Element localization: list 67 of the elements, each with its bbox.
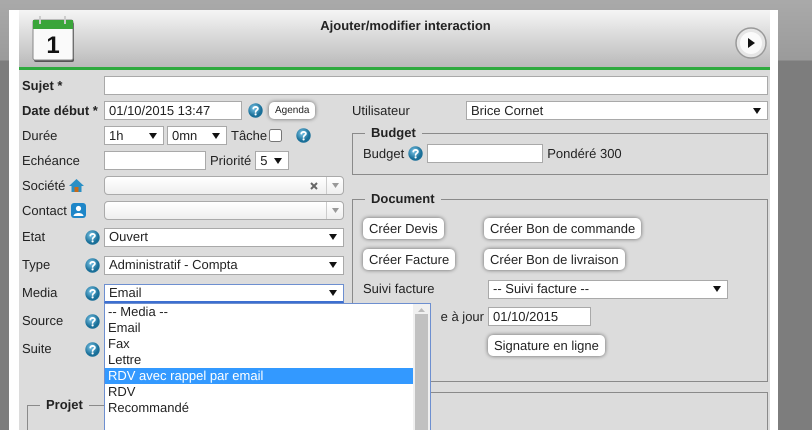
scroll-up-icon <box>418 308 425 312</box>
combo-field[interactable] <box>104 201 344 220</box>
create-button[interactable]: Créer Facture <box>363 248 456 270</box>
invoice-status-select[interactable]: -- Suivi facture -- <box>488 280 728 298</box>
select-field[interactable]: Administratif - Compta <box>104 256 344 274</box>
field-label: Date début * <box>22 102 98 120</box>
caret-icon <box>329 262 337 268</box>
field-label: Suite <box>22 340 52 358</box>
caret-icon <box>149 132 157 138</box>
create-button[interactable]: Créer Bon de livraison <box>484 248 625 270</box>
hours-select[interactable]: 1h <box>104 126 164 145</box>
section-title: Projet <box>45 397 84 413</box>
field-label: Pondéré 300 <box>547 144 622 163</box>
due-date-field[interactable] <box>104 151 206 170</box>
clear-icon <box>310 182 318 190</box>
agenda-button[interactable]: Agenda <box>269 102 316 119</box>
caret-icon <box>329 290 337 296</box>
field-label: Etat <box>22 228 46 246</box>
section-title: Document <box>370 191 436 207</box>
dropdown-option[interactable]: RDV <box>105 384 413 400</box>
date-field[interactable]: 01/10/2015 13:47 <box>104 101 242 120</box>
select-field[interactable]: Ouvert <box>104 228 344 246</box>
dropdown-option[interactable]: Recommandé <box>105 400 413 416</box>
combo-field[interactable] <box>104 176 344 195</box>
caret-icon <box>332 208 338 213</box>
field-label: Utilisateur <box>352 102 411 120</box>
update-date-field[interactable]: 01/10/2015 <box>488 307 591 326</box>
field-label: Contact <box>22 202 67 220</box>
minutes-select[interactable]: 0mn <box>167 126 227 145</box>
field-label: Budget <box>363 144 404 163</box>
create-button[interactable]: Créer Bon de commande <box>484 218 642 240</box>
play-button[interactable] <box>734 26 768 60</box>
dropdown-option[interactable]: Lettre <box>105 352 413 368</box>
caret-icon <box>332 183 338 188</box>
scrollbar[interactable] <box>413 304 430 430</box>
signature-button[interactable]: Signature en ligne <box>488 334 605 356</box>
subject-field[interactable] <box>104 76 768 95</box>
field-label: Suivi facture <box>363 280 436 298</box>
house-icon <box>69 178 84 193</box>
caret-icon <box>212 132 220 138</box>
dialog-title: Ajouter/modifier interaction <box>320 17 491 35</box>
field-label: Sujet * <box>22 76 62 95</box>
caret-icon <box>713 286 721 292</box>
field-label: Type <box>22 256 50 274</box>
user-select[interactable]: Brice Cornet <box>466 101 768 120</box>
caret-icon <box>329 234 337 240</box>
field-label: Echéance <box>22 152 80 170</box>
priority-select[interactable]: 5 <box>255 151 290 170</box>
budget-field[interactable] <box>427 144 544 163</box>
create-button[interactable]: Créer Devis <box>363 218 444 240</box>
select-field[interactable]: Email <box>104 284 344 302</box>
section-title: Budget <box>370 125 417 141</box>
contact-icon <box>70 203 86 218</box>
dropdown-option[interactable]: Email <box>105 320 413 336</box>
field-label: Priorité <box>210 152 252 170</box>
dropdown-option[interactable]: -- Media -- <box>105 304 413 320</box>
field-label: Société <box>22 176 66 195</box>
field-label: Tâche <box>231 126 268 145</box>
task-checkbox[interactable] <box>269 129 282 142</box>
field-label: e à jour <box>440 308 484 326</box>
dropdown-option[interactable]: Fax <box>105 336 413 352</box>
field-label: Media <box>22 284 58 302</box>
caret-icon <box>753 108 761 114</box>
scrollbar-thumb[interactable] <box>415 314 428 430</box>
field-label: Durée <box>22 126 58 145</box>
field-label: Source <box>22 312 64 330</box>
caret-icon <box>274 158 282 164</box>
